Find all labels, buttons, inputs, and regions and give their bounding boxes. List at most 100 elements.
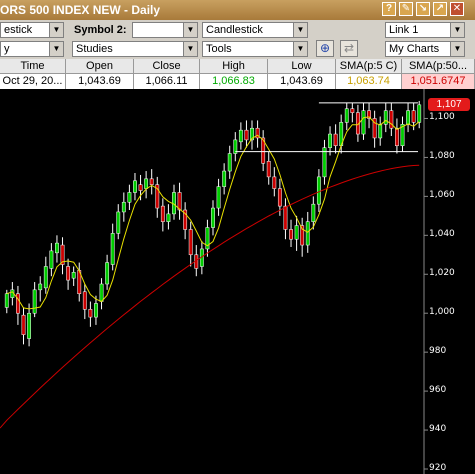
window-title: ORS 500 INDEX NEW - Daily <box>0 3 161 17</box>
candle-up <box>294 225 299 240</box>
y-tick-label: 1,040 <box>429 229 455 240</box>
maximize-button[interactable]: ↗ <box>433 2 447 16</box>
candle-down <box>149 178 154 185</box>
candle-down <box>88 309 93 318</box>
candle-up <box>238 129 243 143</box>
current-price-badge: 1,107 <box>428 97 470 111</box>
candle-up <box>105 262 110 285</box>
minimize-button[interactable]: ↘ <box>416 2 430 16</box>
chevron-down-icon: ▼ <box>183 42 197 56</box>
candle-down <box>160 205 165 222</box>
candle-down <box>272 176 277 189</box>
chevron-down-icon: ▼ <box>49 42 63 56</box>
candle-up <box>71 272 76 279</box>
toolbar-top: estick ▼ Symbol 2: ▼ Candlestick ▼ Link … <box>0 20 475 40</box>
candlestick-plot <box>0 89 428 474</box>
sma-50-line <box>0 164 420 429</box>
candle-down <box>350 108 355 113</box>
candle-down <box>289 229 293 240</box>
candle-up <box>99 283 104 302</box>
chart-type-select[interactable]: Candlestick ▼ <box>202 22 308 38</box>
value-close: 1,066.11 <box>134 74 200 89</box>
link-select[interactable]: Link 1 ▼ <box>385 22 465 38</box>
my-charts-select[interactable]: My Charts ▼ <box>385 41 465 57</box>
candle-up <box>216 186 221 209</box>
candle-up <box>43 266 48 289</box>
y-tick-label: 980 <box>429 346 447 357</box>
candle-up <box>116 211 121 234</box>
candle-down <box>333 133 338 146</box>
candle-down <box>82 291 87 310</box>
header-close: Close <box>134 59 200 74</box>
candle-up <box>311 203 316 222</box>
candle-down <box>283 205 288 230</box>
header-time: Time <box>0 59 66 74</box>
candle-up <box>32 289 37 314</box>
chart-style-combo[interactable]: estick ▼ <box>0 22 64 38</box>
candle-down <box>21 314 26 335</box>
close-button[interactable]: ✕ <box>450 2 464 16</box>
candle-up <box>55 242 59 254</box>
candle-up <box>383 110 388 125</box>
y-tick-label: 1,060 <box>429 190 455 201</box>
link-icon[interactable]: ⇄ <box>340 40 358 57</box>
chevron-down-icon: ▼ <box>293 42 307 56</box>
value-sma5: 1,063.74 <box>336 74 402 89</box>
candle-up <box>110 233 115 265</box>
candle-down <box>188 229 193 256</box>
candle-down <box>66 266 71 281</box>
candle-up <box>144 178 149 189</box>
header-sma50: SMA(p:50... <box>402 59 475 74</box>
candle-up <box>49 250 54 269</box>
candle-up <box>361 110 366 135</box>
value-high: 1,066.83 <box>200 74 268 89</box>
studies-select[interactable]: Studies ▼ <box>72 41 198 57</box>
help-button[interactable]: ? <box>382 2 396 16</box>
window-titlebar: ORS 500 INDEX NEW - Daily ? ✎ ↘ ↗ ✕ <box>0 0 475 20</box>
y-tick-label: 960 <box>429 385 447 396</box>
toolbar-bottom: y ▼ Studies ▼ Tools ▼ ⊕ ⇄ My Charts ▼ <box>0 39 475 59</box>
chevron-down-icon: ▼ <box>450 42 464 56</box>
candle-up <box>316 176 321 205</box>
candle-up <box>94 303 98 318</box>
candle-up <box>27 312 32 339</box>
candle-up <box>227 153 232 172</box>
candle-down <box>266 161 271 178</box>
price-chart[interactable]: 1,100 1,080 1,060 1,040 1,020 1,000 980 960 940 9… <box>0 89 475 474</box>
header-sma5: SMA(p:5 C) <box>336 59 402 74</box>
candle-up <box>378 124 383 139</box>
y-tick-label: 1,000 <box>429 307 455 318</box>
chevron-down-icon: ▼ <box>450 23 464 37</box>
candle-up <box>344 108 349 123</box>
period-combo[interactable]: y ▼ <box>0 41 64 57</box>
candle-up <box>38 283 43 291</box>
edit-icon[interactable]: ✎ <box>399 2 413 16</box>
candle-down <box>411 110 416 123</box>
candle-down <box>394 127 399 146</box>
value-open: 1,043.69 <box>66 74 134 89</box>
value-time: Oct 29, 20... <box>0 74 66 89</box>
table-header: Time Open Close High Low SMA(p:5 C) SMA(… <box>0 59 475 74</box>
y-tick-label: 1,080 <box>429 151 455 162</box>
tools-select[interactable]: Tools ▼ <box>202 41 308 57</box>
zoom-icon[interactable]: ⊕ <box>316 40 334 57</box>
candle-up <box>127 192 132 203</box>
candle-up <box>328 133 332 148</box>
header-low: Low <box>268 59 336 74</box>
table-row: Oct 29, 20... 1,043.69 1,066.11 1,066.83… <box>0 74 475 89</box>
candle-up <box>166 213 171 222</box>
candle-down <box>244 129 249 141</box>
candle-down <box>177 192 182 211</box>
header-open: Open <box>66 59 134 74</box>
y-tick-label: 1,100 <box>429 112 455 123</box>
candle-up <box>4 293 9 308</box>
chevron-down-icon: ▼ <box>183 23 197 37</box>
symbol2-input[interactable]: ▼ <box>132 22 198 38</box>
candle-up <box>133 180 137 193</box>
candle-down <box>277 188 282 207</box>
y-tick-label: 920 <box>429 463 447 473</box>
candle-up <box>305 221 310 246</box>
candle-down <box>138 184 143 191</box>
value-low: 1,043.69 <box>268 74 336 89</box>
value-sma50: 1,051.6747 <box>402 74 475 89</box>
